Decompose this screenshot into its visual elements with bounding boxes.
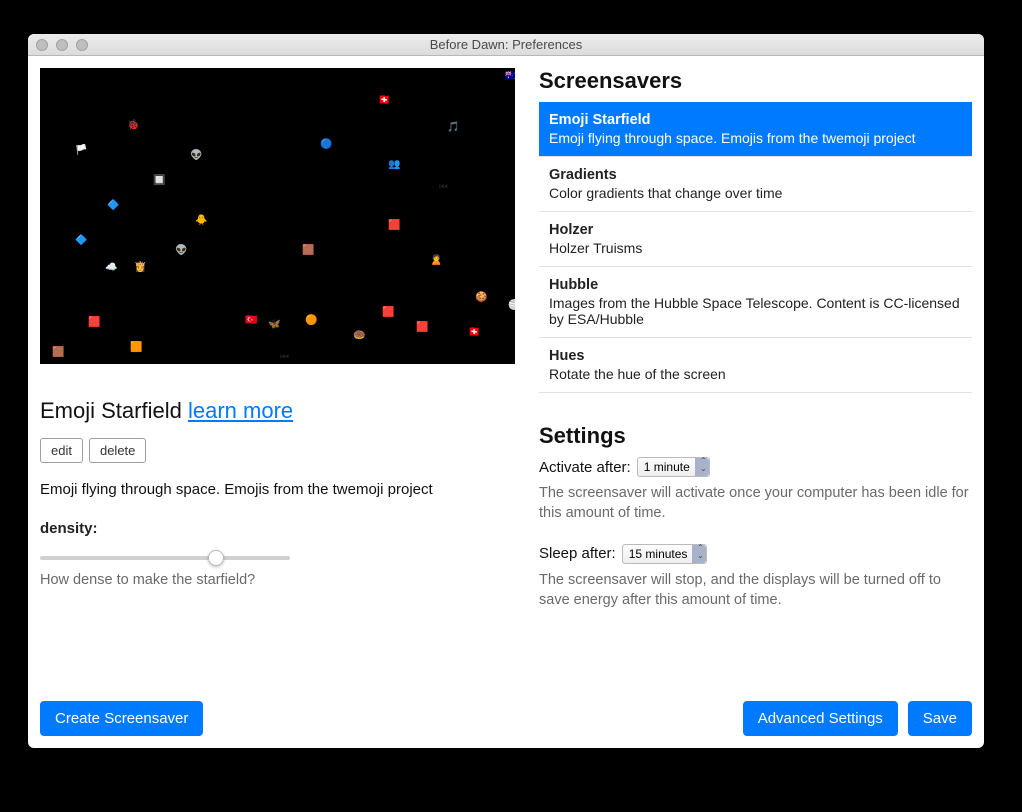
screensaver-item-desc: Emoji flying through space. Emojis from … [549, 130, 960, 146]
preview-emoji: 🔷 [75, 236, 87, 246]
preview-emoji: ⏮ [280, 353, 289, 363]
screensaver-item-desc: Images from the Hubble Space Telescope. … [549, 295, 960, 327]
screensaver-list-item[interactable]: Hues Rotate the hue of the screen [539, 338, 972, 393]
titlebar: Before Dawn: Preferences [28, 34, 984, 56]
footer: Create Screensaver Advanced Settings Sav… [28, 689, 984, 748]
screensaver-list-item[interactable]: Hubble Images from the Hubble Space Teles… [539, 267, 972, 338]
screensaver-item-desc: Rotate the hue of the screen [549, 366, 960, 382]
preview-emoji: 🔵 [320, 140, 332, 150]
preview-emoji: 🟥 [88, 318, 100, 328]
preview-emoji: 🟫 [52, 348, 64, 358]
preview-emoji: ⏮ [439, 183, 448, 193]
screensaver-list-item[interactable]: Emoji Starfield Emoji flying through spac… [539, 102, 972, 157]
screensaver-item-name: Gradients [549, 167, 960, 183]
preview-emoji: 🍪 [475, 293, 487, 303]
sleep-after-help: The screensaver will stop, and the displ… [539, 570, 972, 611]
settings-heading: Settings [539, 423, 972, 449]
screensaver-list-item[interactable]: Holzer Holzer Truisms [539, 212, 972, 267]
density-label: density: [40, 520, 515, 537]
preview-emoji: 👽 [190, 151, 202, 161]
preview-emoji: 🟠 [305, 316, 317, 326]
screensaver-title: Emoji Starfield [40, 398, 182, 423]
sleep-after-row: Sleep after: 15 minutes [539, 544, 972, 564]
screensaver-item-desc: Color gradients that change over time [549, 185, 960, 201]
learn-more-link[interactable]: learn more [188, 398, 293, 423]
preview-emoji: 🏳️ [75, 146, 87, 156]
activate-after-select[interactable]: 1 minute [637, 457, 710, 477]
activate-after-label: Activate after: [539, 459, 631, 476]
window-title: Before Dawn: Preferences [28, 37, 984, 52]
density-help: How dense to make the starfield? [40, 572, 515, 588]
left-column: 🇦🇺 🇨🇭 🎵 🐞 🏳️ 👽 🔵 👥 🔲 🔷 ⏮ 🐥 🔷 🟥 👽 🟫 ☁️ 👸 🙎 🍪 🏐 🟥 🟧 🇹🇷 🦋 🟠 🍩 🟥 🟥 🇨🇭 🟫 ⏮ E… [40, 68, 515, 689]
screensaver-item-name: Holzer [549, 222, 960, 238]
activate-after-row: Activate after: 1 minute [539, 457, 972, 477]
right-column: Screensavers Emoji Starfield Emoji flying… [539, 68, 972, 689]
screensaver-list-item[interactable]: Gradients Color gradients that change ove… [539, 157, 972, 212]
preview-emoji: 🏐 [508, 301, 515, 311]
screensaver-item-name: Hubble [549, 277, 960, 293]
minimize-window-button[interactable] [56, 39, 68, 51]
preview-emoji: 🦋 [268, 320, 280, 330]
density-slider[interactable] [40, 556, 290, 560]
preview-emoji: 🟧 [130, 343, 142, 353]
screensaver-title-row: Emoji Starfield learn more [40, 398, 515, 424]
screensaver-list[interactable]: Emoji Starfield Emoji flying through spac… [539, 102, 972, 393]
footer-right: Advanced Settings Save [743, 701, 972, 736]
save-button[interactable]: Save [908, 701, 972, 736]
preview-emoji: 🐥 [195, 216, 207, 226]
screensaver-item-name: Emoji Starfield [549, 112, 960, 128]
preview-emoji: 🟫 [302, 246, 314, 256]
screensavers-heading: Screensavers [539, 68, 972, 94]
screensaver-item-name: Hues [549, 348, 960, 364]
preview-emoji: 👸 [134, 263, 146, 273]
edit-button[interactable]: edit [40, 438, 83, 463]
delete-button[interactable]: delete [89, 438, 146, 463]
preview-emoji: 🇨🇭 [468, 328, 480, 338]
settings-section: Settings Activate after: 1 minute The sc… [539, 423, 972, 630]
preferences-window: Before Dawn: Preferences 🇦🇺 🇨🇭 🎵 🐞 🏳️ 👽 🔵 👥 🔲 🔷 ⏮ 🐥… [28, 34, 984, 748]
preview-emoji: 🍩 [353, 331, 365, 341]
screensaver-preview: 🇦🇺 🇨🇭 🎵 🐞 🏳️ 👽 🔵 👥 🔲 🔷 ⏮ 🐥 🔷 🟥 👽 🟫 ☁️ 👸 🙎 🍪 🏐 🟥 🟧 🇹🇷 🦋 🟠 🍩 🟥 🟥 🇨🇭 🟫 ⏮ [40, 68, 515, 364]
preview-emoji: 👥 [388, 160, 400, 170]
screensaver-description: Emoji flying through space. Emojis from … [40, 481, 515, 498]
traffic-lights [28, 39, 88, 51]
content: 🇦🇺 🇨🇭 🎵 🐞 🏳️ 👽 🔵 👥 🔲 🔷 ⏮ 🐥 🔷 🟥 👽 🟫 ☁️ 👸 🙎 🍪 🏐 🟥 🟧 🇹🇷 🦋 🟠 🍩 🟥 🟥 🇨🇭 🟫 ⏮ E… [28, 56, 984, 689]
activate-after-select-wrap: 1 minute [637, 457, 710, 477]
preview-emoji: 🇦🇺 [505, 72, 515, 82]
preview-emoji: 🟥 [388, 221, 400, 231]
edit-delete-row: edit delete [40, 438, 515, 463]
preview-emoji: 🇹🇷 [245, 316, 257, 326]
preview-emoji: 🐞 [127, 121, 139, 131]
sleep-after-label: Sleep after: [539, 545, 616, 562]
preview-emoji: 🟥 [416, 323, 428, 333]
preview-emoji: 🎵 [447, 123, 459, 133]
preview-emoji: 🔷 [107, 201, 119, 211]
preview-emoji: ☁️ [105, 263, 117, 273]
preview-emoji: 🔲 [153, 176, 165, 186]
screensaver-item-desc: Holzer Truisms [549, 240, 960, 256]
close-window-button[interactable] [36, 39, 48, 51]
advanced-settings-button[interactable]: Advanced Settings [743, 701, 898, 736]
screensaver-details: Emoji Starfield learn more edit delete E… [40, 398, 515, 588]
preview-emoji: 🙎 [430, 256, 442, 266]
sleep-after-select[interactable]: 15 minutes [622, 544, 707, 564]
preview-emoji: 👽 [175, 246, 187, 256]
preview-emoji: 🟥 [382, 308, 394, 318]
sleep-after-select-wrap: 15 minutes [622, 544, 707, 564]
activate-after-help: The screensaver will activate once your … [539, 483, 972, 524]
zoom-window-button[interactable] [76, 39, 88, 51]
create-screensaver-button[interactable]: Create Screensaver [40, 701, 203, 736]
preview-emoji: 🇨🇭 [378, 96, 390, 106]
